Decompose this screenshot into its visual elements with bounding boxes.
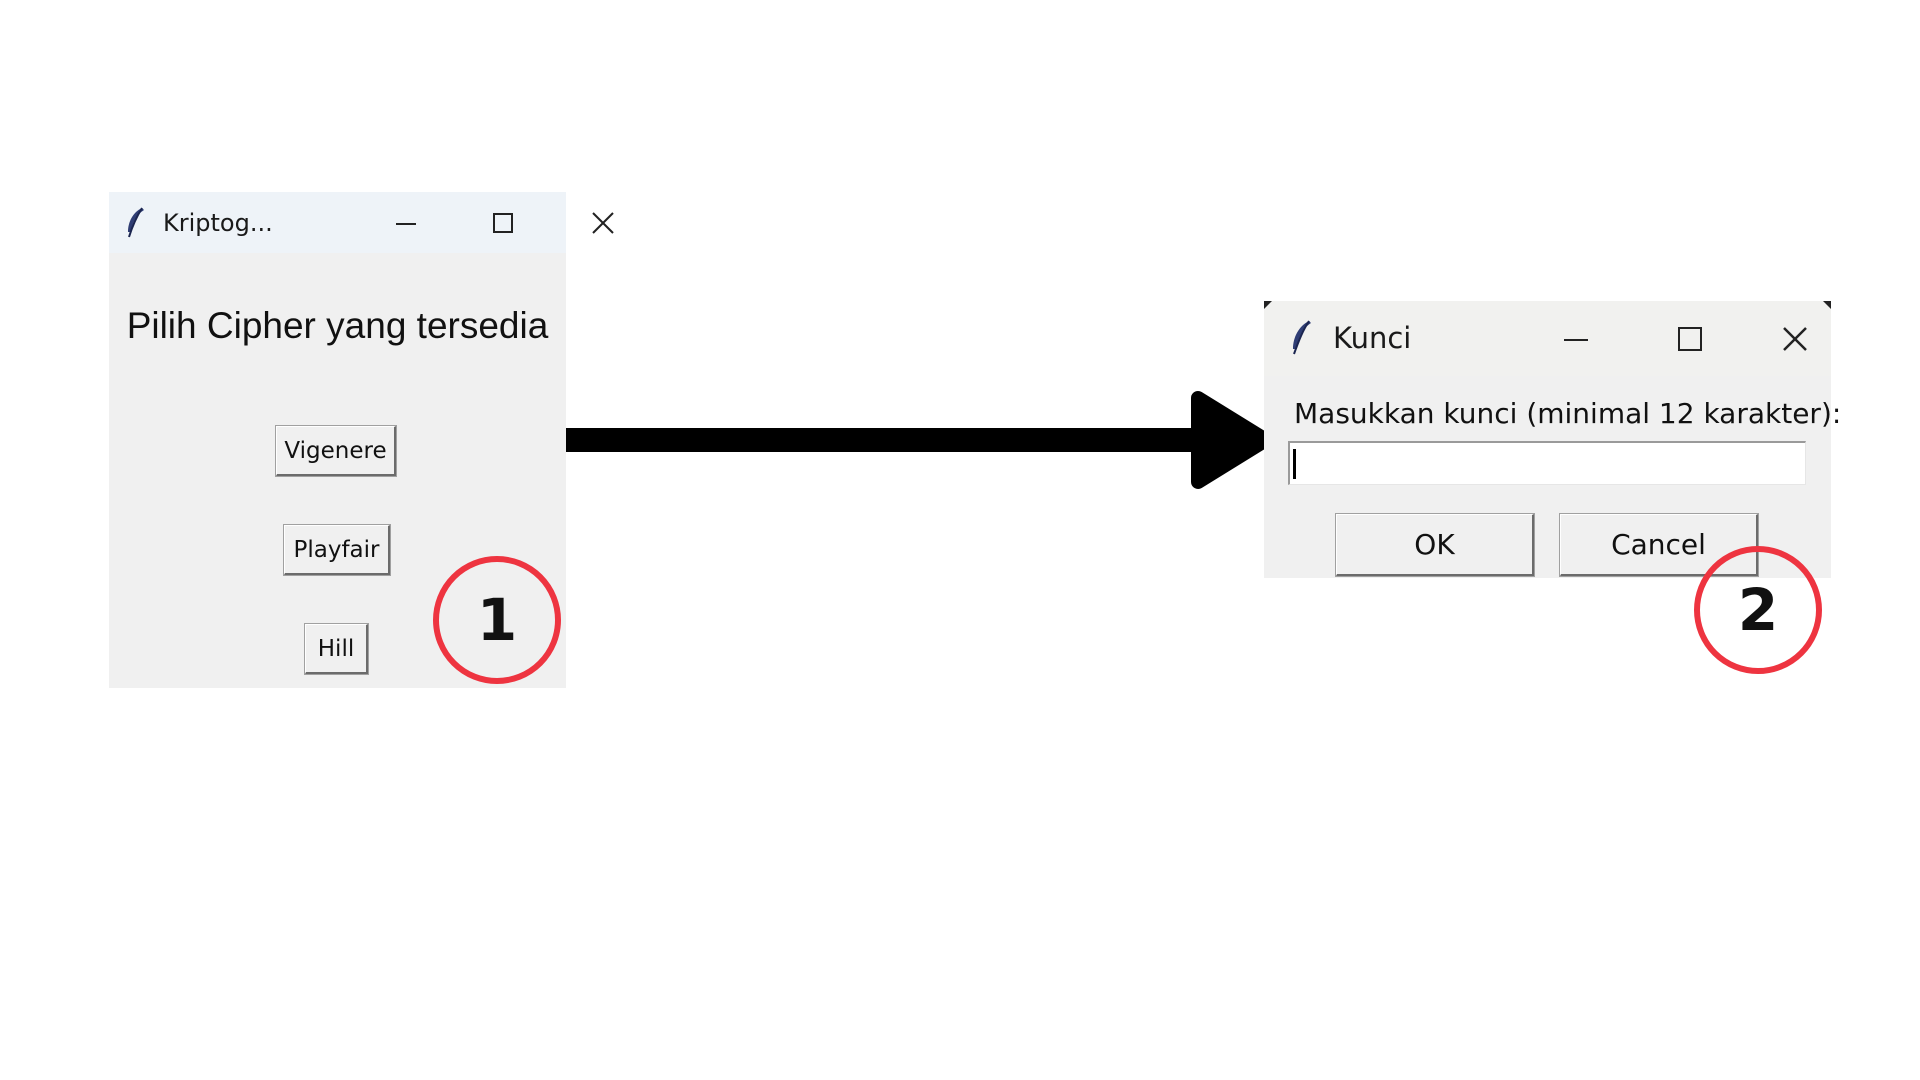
feather-icon	[123, 206, 147, 240]
text-caret	[1293, 449, 1296, 479]
maximize-icon[interactable]	[1655, 301, 1725, 376]
feather-icon	[1288, 319, 1314, 357]
key-prompt-label: Masukkan kunci (minimal 12 karakter):	[1294, 397, 1842, 430]
title-bar[interactable]: Kriptog...	[109, 192, 614, 253]
step-2-badge: 2	[1694, 546, 1822, 674]
hill-button[interactable]: Hill	[304, 623, 369, 675]
arrow-right-icon	[566, 391, 1271, 489]
window-title: Kriptog...	[163, 209, 273, 237]
playfair-button[interactable]: Playfair	[283, 524, 391, 576]
minimize-icon[interactable]	[376, 192, 436, 253]
vigenere-button[interactable]: Vigenere	[275, 425, 397, 477]
key-dialog-window: Kunci Masukkan kunci (minimal 12 karakte…	[1264, 301, 1841, 578]
ok-button[interactable]: OK	[1335, 513, 1535, 577]
step-1-badge: 1	[433, 556, 561, 684]
close-icon[interactable]	[573, 192, 633, 253]
close-icon[interactable]	[1760, 301, 1830, 376]
maximize-icon[interactable]	[473, 192, 533, 253]
minimize-icon[interactable]	[1541, 301, 1611, 376]
window-title: Kunci	[1333, 321, 1412, 355]
key-input[interactable]	[1288, 441, 1806, 485]
page-heading: Pilih Cipher yang tersedia	[126, 305, 549, 346]
title-bar[interactable]: Kunci	[1264, 301, 1831, 376]
